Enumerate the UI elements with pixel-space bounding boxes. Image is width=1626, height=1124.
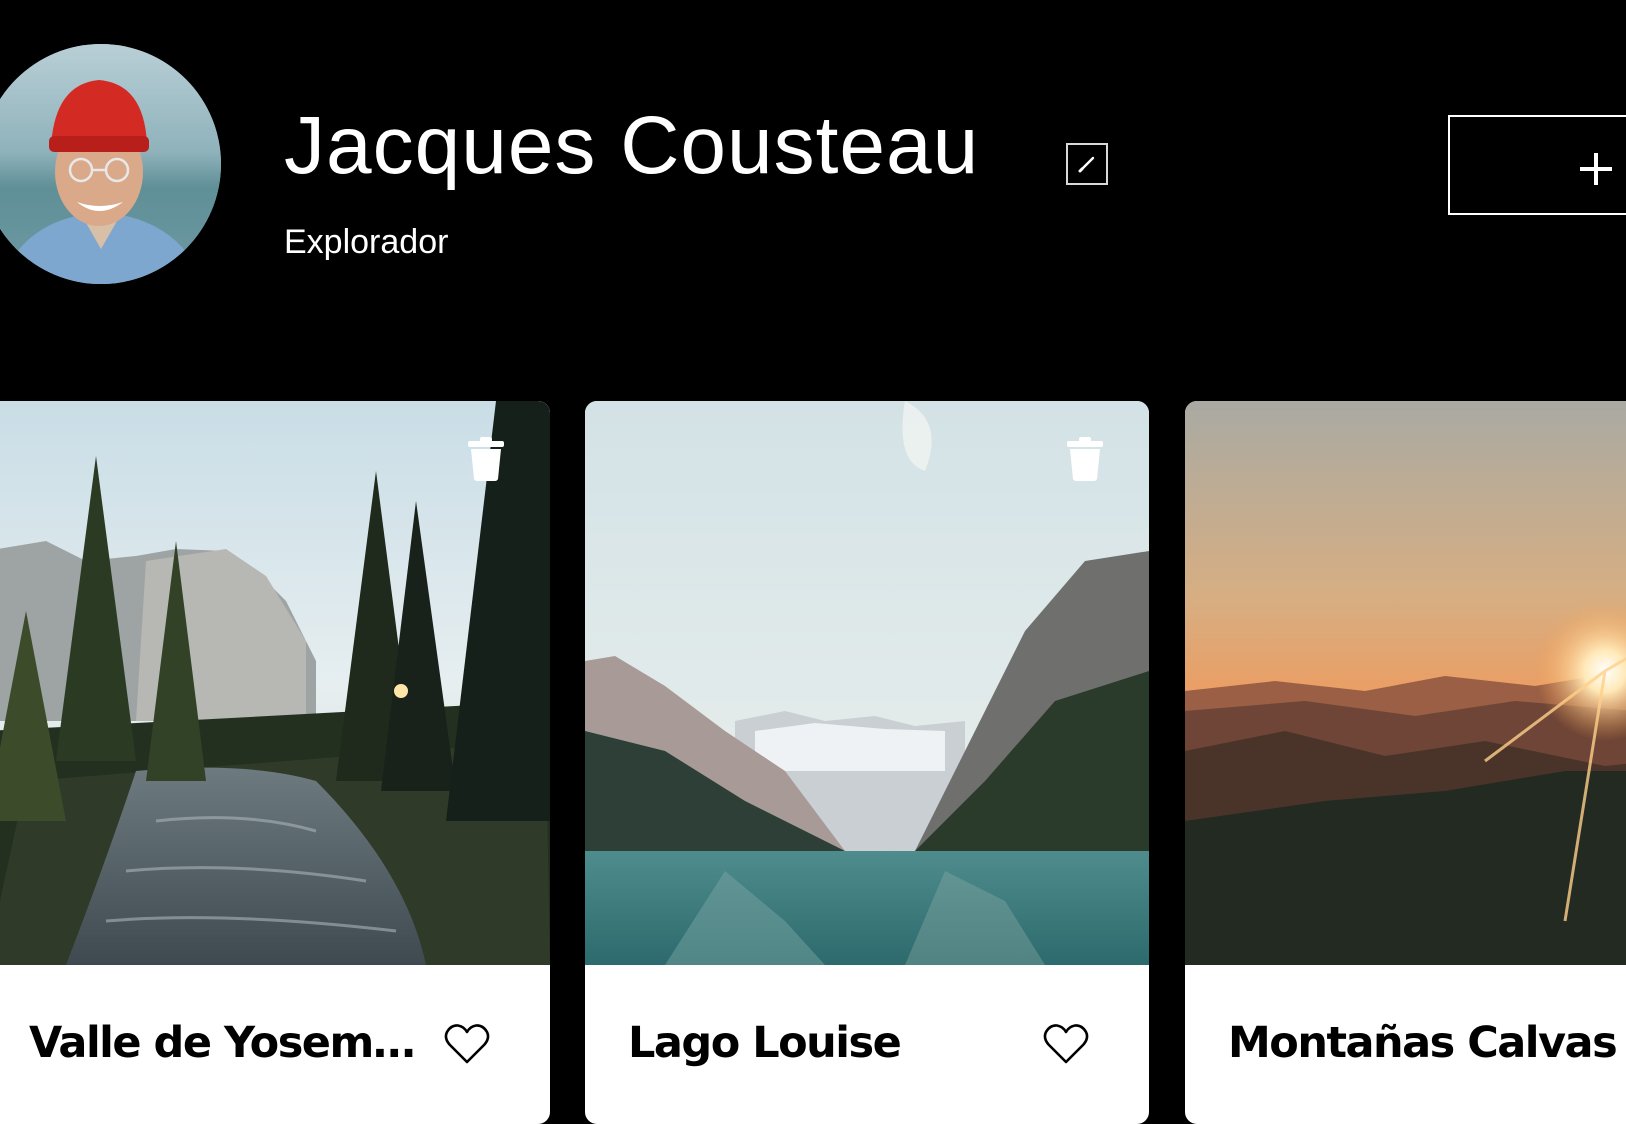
portrait-photo [0, 44, 221, 284]
bald-mountains-photo [1185, 401, 1626, 965]
trash-icon [1067, 437, 1103, 481]
like-button[interactable] [444, 1023, 490, 1065]
card-title: Valle de Yosemite [29, 1018, 429, 1068]
heart-icon [444, 1024, 490, 1064]
delete-card-button[interactable] [1065, 437, 1105, 481]
lake-louise-photo [585, 401, 1149, 965]
edit-profile-button[interactable] [1066, 143, 1108, 185]
place-card: Valle de Yosemite [0, 401, 550, 1124]
yosemite-valley-photo [0, 401, 550, 965]
place-card: Lago Louise [585, 401, 1149, 1124]
trash-icon [468, 437, 504, 481]
add-card-button[interactable] [1448, 115, 1626, 215]
like-button[interactable] [1043, 1023, 1089, 1065]
avatar[interactable] [0, 44, 221, 284]
profile-about: Explorador [284, 223, 449, 261]
plus-icon [1580, 153, 1612, 185]
heart-icon [1043, 1024, 1089, 1064]
profile-section: Jacques Cousteau Explorador [0, 0, 1626, 330]
profile-name: Jacques Cousteau [284, 100, 980, 191]
delete-card-button[interactable] [466, 437, 506, 481]
card-image[interactable] [1185, 401, 1626, 965]
card-title: Lago Louise [628, 1018, 901, 1068]
card-title: Montañas Calvas [1228, 1018, 1617, 1068]
card-image[interactable] [585, 401, 1149, 965]
place-card: Montañas Calvas [1185, 401, 1626, 1124]
page: Jacques Cousteau Explorador Valle de Yos… [0, 0, 1626, 1124]
pencil-icon [1078, 156, 1095, 173]
card-image[interactable] [0, 401, 550, 965]
